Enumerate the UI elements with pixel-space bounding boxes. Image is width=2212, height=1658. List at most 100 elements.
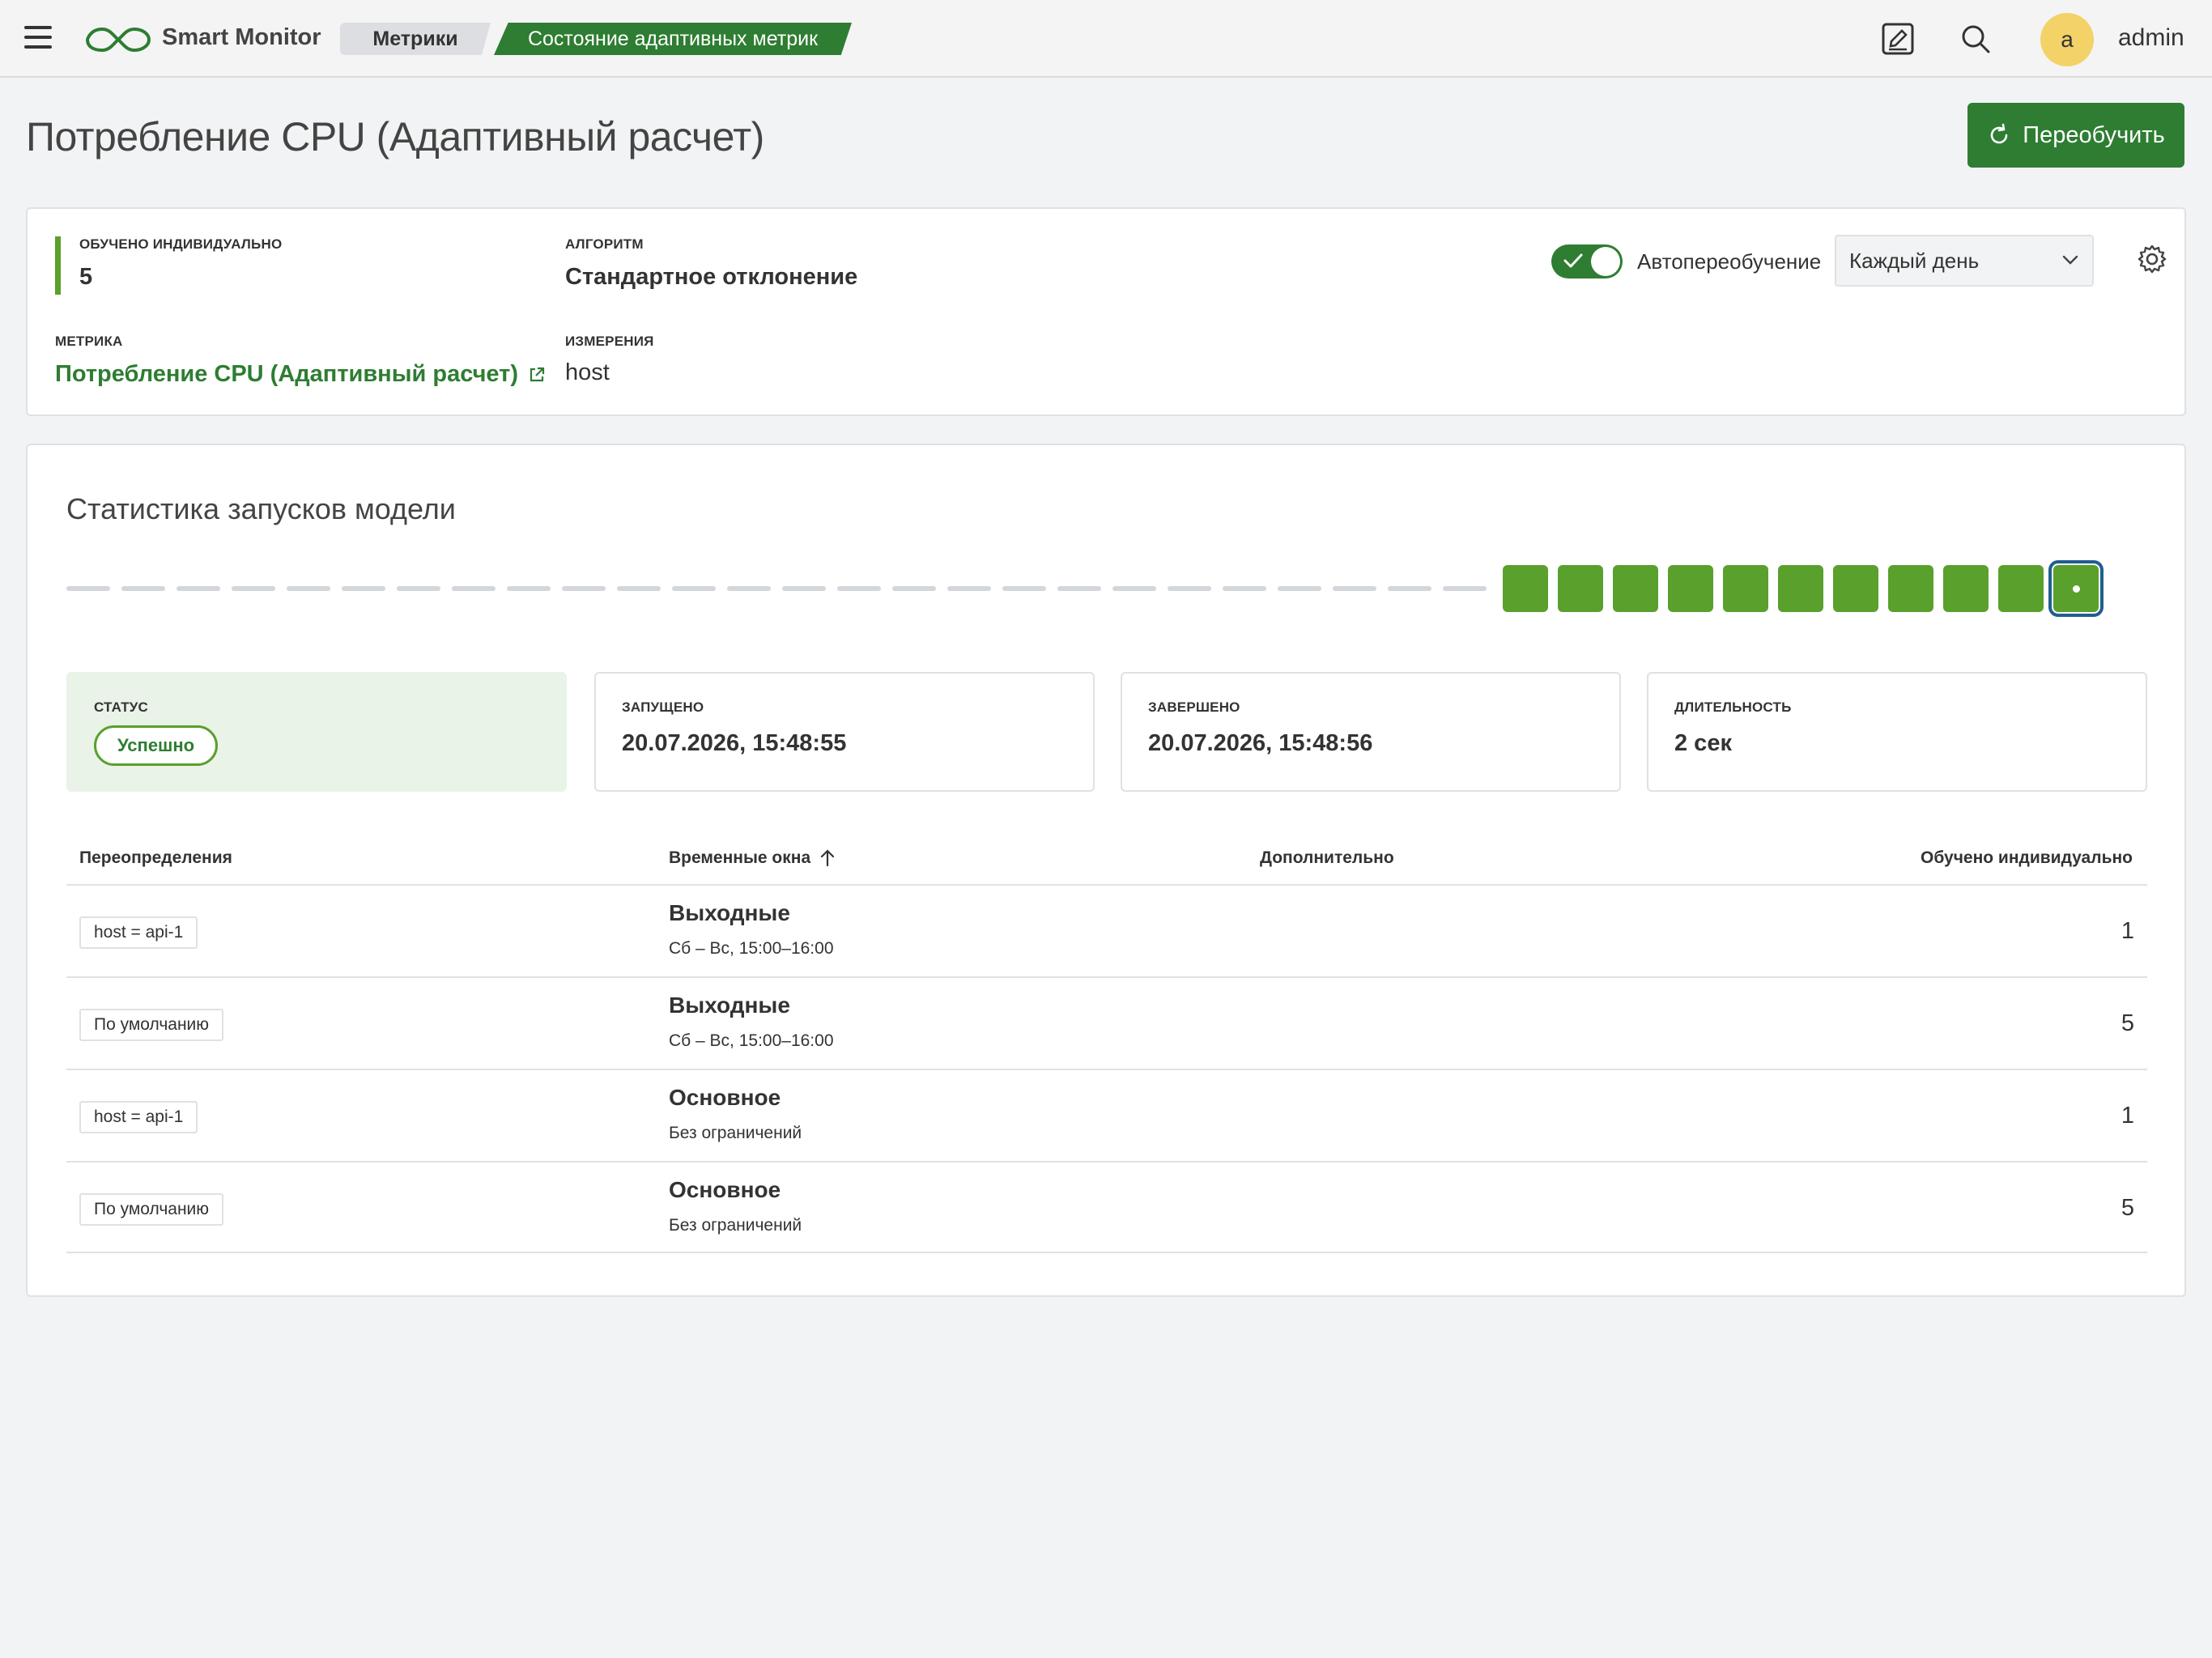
empty-run-slot xyxy=(232,586,275,591)
run-item[interactable] xyxy=(1778,565,1823,612)
app-name[interactable]: Smart Monitor xyxy=(162,24,321,51)
breadcrumb-metrics[interactable]: Метрики xyxy=(340,23,491,55)
empty-run-slot xyxy=(121,586,165,591)
page-title: Потребление CPU (Адаптивный расчет) xyxy=(26,114,764,159)
col-overrides[interactable]: Переопределения xyxy=(79,848,232,868)
empty-run-slot xyxy=(672,586,716,591)
run-item[interactable] xyxy=(1943,565,1989,612)
algorithm-value: Стандартное отклонение xyxy=(565,264,858,290)
empty-run-slot xyxy=(1278,586,1321,591)
auto-retrain-label: Автопереобучение xyxy=(1637,249,1822,274)
empty-run-slot xyxy=(177,586,220,591)
empty-run-slot xyxy=(1388,586,1431,591)
status-badge: Успешно xyxy=(94,725,219,766)
table-row[interactable]: host = api-1 Основное Без ограничений 1 xyxy=(66,1069,2147,1161)
table-row[interactable]: По умолчанию Основное Без ограничений 5 xyxy=(66,1161,2147,1253)
override-tag: По умолчанию xyxy=(79,1009,224,1041)
toggle-knob xyxy=(1591,247,1620,276)
started-box: ЗАПУЩЕНО 20.07.2026, 15:48:55 xyxy=(594,672,1095,792)
override-tag: По умолчанию xyxy=(79,1193,224,1226)
run-item[interactable] xyxy=(1503,565,1548,612)
override-tag: host = api-1 xyxy=(79,1101,198,1133)
breadcrumb-adaptive-state[interactable]: Состояние адаптивных метрик xyxy=(494,23,852,55)
empty-run-slot xyxy=(892,586,936,591)
col-trained-individually[interactable]: Обучено индивидуально xyxy=(1921,848,2133,868)
stats-title: Статистика запусков модели xyxy=(66,492,456,525)
duration-label: ДЛИТЕЛЬНОСТЬ xyxy=(1674,699,1792,715)
refresh-icon xyxy=(1990,123,2008,144)
gear-icon[interactable] xyxy=(2136,243,2168,275)
window-desc: Сб – Вс, 15:00–16:00 xyxy=(669,939,834,958)
retrain-button[interactable]: Переобучить xyxy=(1967,103,2184,168)
empty-run-slot xyxy=(1057,586,1101,591)
empty-run-slot xyxy=(342,586,385,591)
menu-icon[interactable] xyxy=(24,26,52,49)
metric-link-text: Потребление CPU (Адаптивный расчет) xyxy=(55,361,519,387)
empty-run-slot xyxy=(562,586,606,591)
auto-retrain-toggle[interactable] xyxy=(1551,244,1623,278)
window-desc: Без ограничений xyxy=(669,1216,802,1235)
trained-count: 5 xyxy=(2121,1010,2134,1036)
schedule-select[interactable]: Каждый день xyxy=(1835,235,2094,287)
chevron-down-icon xyxy=(2062,255,2078,265)
col-time-windows-label: Временные окна xyxy=(669,848,811,867)
table-row[interactable]: host = api-1 Выходные Сб – Вс, 15:00–16:… xyxy=(66,884,2147,976)
status-box: СТАТУС Успешно xyxy=(66,672,567,792)
run-item[interactable] xyxy=(1888,565,1933,612)
dimensions-value: host xyxy=(565,359,610,385)
empty-run-slot xyxy=(617,586,661,591)
window-name: Выходные xyxy=(669,993,790,1018)
avatar[interactable]: a xyxy=(2040,13,2094,66)
runs-timeline xyxy=(66,557,2139,622)
empty-run-slot xyxy=(1333,586,1376,591)
run-item[interactable] xyxy=(1558,565,1603,612)
empty-run-slot xyxy=(947,586,991,591)
username[interactable]: admin xyxy=(2118,24,2184,52)
dimensions-label: ИЗМЕРЕНИЯ xyxy=(565,334,654,349)
empty-run-slot xyxy=(1223,586,1266,591)
run-item[interactable] xyxy=(1613,565,1658,612)
empty-run-slot xyxy=(507,586,551,591)
started-label: ЗАПУЩЕНО xyxy=(622,699,704,715)
window-name: Выходные xyxy=(669,900,790,925)
window-name: Основное xyxy=(669,1177,781,1202)
external-link-icon xyxy=(530,367,545,381)
empty-run-slot xyxy=(837,586,881,591)
trained-count: 1 xyxy=(2121,1103,2134,1129)
started-value: 20.07.2026, 15:48:55 xyxy=(622,730,847,756)
metric-link[interactable]: Потребление CPU (Адаптивный расчет) xyxy=(55,361,546,388)
retrain-label: Переобучить xyxy=(2023,121,2165,148)
override-tag: host = api-1 xyxy=(79,916,198,949)
empty-run-slot xyxy=(1168,586,1211,591)
window-name: Основное xyxy=(669,1085,781,1110)
col-time-windows[interactable]: Временные окна xyxy=(669,848,836,868)
info-card: ОБУЧЕНО ИНДИВИДУАЛЬНО 5 АЛГОРИТМ Стандар… xyxy=(26,207,2186,416)
run-item[interactable] xyxy=(1668,565,1713,612)
empty-run-slot xyxy=(1002,586,1046,591)
trained-count: 1 xyxy=(2121,918,2134,944)
finished-label: ЗАВЕРШЕНО xyxy=(1148,699,1240,715)
metric-label: МЕТРИКА xyxy=(55,334,123,349)
top-bar: Smart Monitor Метрики Состояние адаптивн… xyxy=(0,0,2212,78)
logo-icon xyxy=(85,27,151,53)
selected-run[interactable] xyxy=(2048,560,2104,617)
empty-run-slot xyxy=(727,586,771,591)
run-item[interactable] xyxy=(1833,565,1878,612)
stats-card: Статистика запусков модели СТАТУС Успешн… xyxy=(26,444,2186,1297)
empty-run-slot xyxy=(1112,586,1156,591)
table-row[interactable]: По умолчанию Выходные Сб – Вс, 15:00–16:… xyxy=(66,976,2147,1069)
search-icon[interactable] xyxy=(1958,21,1993,57)
status-label: СТАТУС xyxy=(94,699,149,715)
empty-run-slot xyxy=(287,586,330,591)
finished-box: ЗАВЕРШЕНО 20.07.2026, 15:48:56 xyxy=(1121,672,1621,792)
empty-run-slot xyxy=(782,586,826,591)
empty-run-slot xyxy=(66,586,110,591)
empty-run-slot xyxy=(397,586,440,591)
empty-run-slot xyxy=(1443,586,1487,591)
edit-note-icon[interactable] xyxy=(1880,21,1916,57)
col-additional[interactable]: Дополнительно xyxy=(1260,848,1394,868)
duration-box: ДЛИТЕЛЬНОСТЬ 2 сек xyxy=(1647,672,2147,792)
trained-value: 5 xyxy=(79,264,93,290)
run-item[interactable] xyxy=(1723,565,1768,612)
run-item[interactable] xyxy=(1998,565,2044,612)
